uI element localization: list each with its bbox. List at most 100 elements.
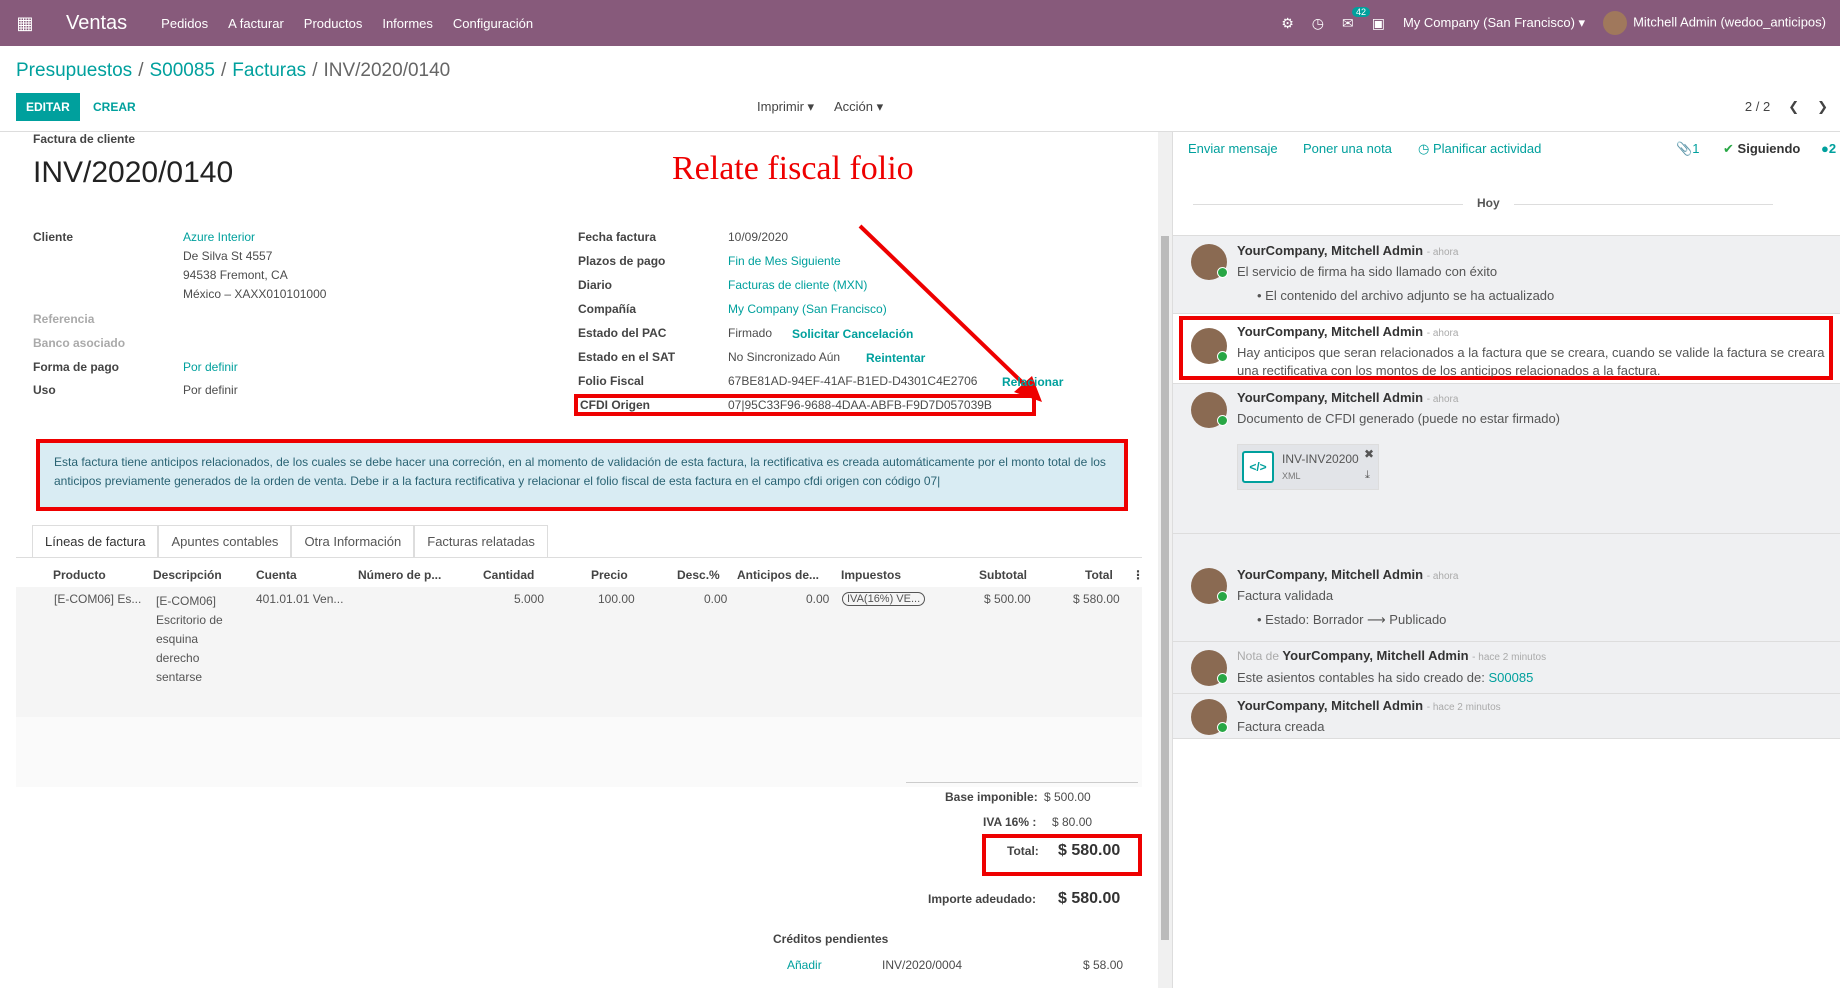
menu-configuracion[interactable]: Configuración — [453, 16, 533, 31]
code-file-icon: </> — [1242, 451, 1274, 483]
diario-value[interactable]: Facturas de cliente (MXN) — [728, 278, 867, 292]
row-cuenta: 401.01.01 Ven... — [256, 592, 344, 606]
user-icon: ● — [1821, 141, 1829, 156]
message-author[interactable]: YourCompany, Mitchell Admin - ahora — [1237, 243, 1458, 258]
chevron-right-icon[interactable]: ❯ — [1817, 99, 1828, 115]
column-options-icon[interactable]: ⋮ — [1132, 568, 1142, 582]
user-menu[interactable]: Mitchell Admin (wedoo_anticipos) — [1603, 11, 1826, 35]
schedule-activity-button[interactable]: ◷ Planificar actividad — [1418, 141, 1541, 157]
check-icon: ✔ — [1723, 141, 1734, 156]
col-impuestos[interactable]: Impuestos — [841, 568, 901, 582]
message-bullet: • Estado: Borrador ⟶ Publicado — [1257, 612, 1447, 627]
tab-lineas-factura[interactable]: Líneas de factura — [32, 525, 159, 557]
author-avatar[interactable] — [1191, 650, 1228, 686]
action-dropdown[interactable]: Acción ▾ — [834, 99, 883, 115]
menu-productos[interactable]: Productos — [304, 16, 363, 31]
iva-value: $ 80.00 — [1052, 815, 1093, 829]
gift-icon[interactable]: ▣ — [1372, 15, 1385, 32]
followers-button[interactable]: ●2 — [1821, 141, 1836, 156]
chatter-message: YourCompany, Mitchell Admin - ahora Fact… — [1173, 533, 1840, 641]
reintentar-button[interactable]: Reintentar — [866, 351, 925, 365]
followers-count: 2 — [1828, 141, 1837, 156]
cliente-value[interactable]: Azure Interior — [183, 230, 255, 244]
desc-line: derecho — [156, 651, 200, 665]
col-producto[interactable]: Producto — [53, 568, 106, 582]
referencia-label: Referencia — [33, 312, 95, 326]
menu-a-facturar[interactable]: A facturar — [228, 16, 284, 31]
col-descuento[interactable]: Desc.% — [677, 568, 720, 582]
author-avatar[interactable] — [1191, 699, 1228, 735]
col-cantidad[interactable]: Cantidad — [483, 568, 534, 582]
credit-ref: INV/2020/0004 — [882, 958, 963, 972]
col-anticipos[interactable]: Anticipos de... — [737, 568, 819, 582]
download-icon[interactable]: ⤓ — [1365, 469, 1370, 482]
pager-value[interactable]: 2 / 2 — [1745, 99, 1770, 115]
user-avatar — [1603, 11, 1628, 35]
relacionar-button[interactable]: Relacionar — [1002, 375, 1063, 389]
message-time: - hace 2 minutos — [1426, 702, 1501, 713]
delete-attachment-icon[interactable]: ✖ — [1364, 447, 1374, 461]
author-avatar[interactable] — [1191, 568, 1228, 604]
message-author[interactable]: YourCompany, Mitchell Admin - ahora — [1237, 390, 1458, 405]
forma-pago-value[interactable]: Por definir — [183, 360, 238, 374]
plazos-value[interactable]: Fin de Mes Siguiente — [728, 254, 841, 268]
breadcrumb-order[interactable]: S00085 — [149, 60, 215, 81]
record-link[interactable]: S00085 — [1489, 670, 1534, 685]
bullet-text: El contenido del archivo adjunto se ha a… — [1265, 288, 1555, 303]
scrollbar-thumb[interactable] — [1161, 236, 1169, 940]
following-button[interactable]: ✔ Siguiendo — [1723, 141, 1800, 157]
cliente-label: Cliente — [33, 230, 74, 244]
anticipos-alert: Esta factura tiene anticipos relacionado… — [36, 439, 1128, 511]
col-subtotal[interactable]: Subtotal — [979, 568, 1027, 582]
chevron-left-icon[interactable]: ❮ — [1788, 99, 1799, 115]
action-label: Acción — [834, 99, 874, 114]
cfdi-value[interactable]: 07|95C33F96-9688-4DAA-ABFB-F9D7D057039B — [728, 398, 992, 412]
tab-facturas-relatadas[interactable]: Facturas relatadas — [414, 525, 548, 557]
author-avatar[interactable] — [1191, 244, 1228, 280]
message-body: Hay anticipos que seran relacionados a l… — [1237, 345, 1825, 378]
message-author[interactable]: YourCompany, Mitchell Admin - hace 2 min… — [1237, 698, 1501, 713]
tab-apuntes-contables[interactable]: Apuntes contables — [158, 525, 292, 557]
apps-menu-icon[interactable]: ▦ — [0, 0, 50, 46]
attachment-card[interactable]: </> INV-INV20200 XML ✖ ⤓ — [1237, 444, 1379, 490]
breadcrumb-facturas[interactable]: Facturas — [232, 60, 306, 81]
today-label: Hoy — [1463, 196, 1514, 210]
menu-pedidos[interactable]: Pedidos — [161, 16, 208, 31]
print-dropdown[interactable]: Imprimir ▾ — [757, 99, 814, 115]
col-total[interactable]: Total — [1085, 568, 1113, 582]
adeudado-value: $ 580.00 — [1058, 890, 1121, 907]
tab-otra-informacion[interactable]: Otra Información — [291, 525, 415, 557]
message-author[interactable]: YourCompany, Mitchell Admin - ahora — [1237, 567, 1458, 582]
form-scrollbar[interactable] — [1158, 132, 1172, 988]
breadcrumb-presupuestos[interactable]: Presupuestos — [16, 60, 132, 81]
author-avatar[interactable] — [1191, 328, 1228, 364]
col-precio[interactable]: Precio — [591, 568, 628, 582]
forma-pago-label: Forma de pago — [33, 360, 120, 374]
clock-icon[interactable]: ◷ — [1312, 15, 1324, 32]
menu-informes[interactable]: Informes — [382, 16, 433, 31]
company-switcher[interactable]: My Company (San Francisco) ▾ — [1403, 15, 1585, 31]
bug-icon[interactable]: ⚙ — [1281, 15, 1294, 32]
solicitar-cancelacion-button[interactable]: Solicitar Cancelación — [792, 327, 913, 341]
log-note-button[interactable]: Poner una nota — [1303, 141, 1392, 156]
app-name[interactable]: Ventas — [66, 12, 127, 35]
author-avatar[interactable] — [1191, 392, 1228, 428]
compania-value[interactable]: My Company (San Francisco) — [728, 302, 887, 316]
anadir-credit-button[interactable]: Añadir — [787, 958, 822, 972]
chatter-message: YourCompany, Mitchell Admin - ahora El s… — [1173, 235, 1840, 313]
desc-line: sentarse — [156, 670, 203, 684]
col-cuenta[interactable]: Cuenta — [256, 568, 297, 582]
chat-icon[interactable]: ✉ 42 — [1342, 6, 1371, 32]
create-button[interactable]: CREAR — [93, 93, 136, 121]
send-message-button[interactable]: Enviar mensaje — [1188, 141, 1278, 156]
attachments-button[interactable]: 📎1 — [1676, 141, 1699, 157]
user-name: Mitchell Admin (wedoo_anticipos) — [1633, 14, 1826, 30]
col-descripcion[interactable]: Descripción — [153, 568, 222, 582]
edit-button[interactable]: EDITAR — [16, 93, 80, 121]
col-numero[interactable]: Número de p... — [358, 568, 441, 582]
message-author[interactable]: YourCompany, Mitchell Admin - ahora — [1237, 324, 1458, 339]
chatter-message: YourCompany, Mitchell Admin - hace 2 min… — [1173, 693, 1840, 739]
message-author[interactable]: Nota de YourCompany, Mitchell Admin - ha… — [1237, 648, 1546, 663]
uso-value: Por definir — [183, 383, 238, 397]
total-label: Total: — [1007, 844, 1039, 858]
